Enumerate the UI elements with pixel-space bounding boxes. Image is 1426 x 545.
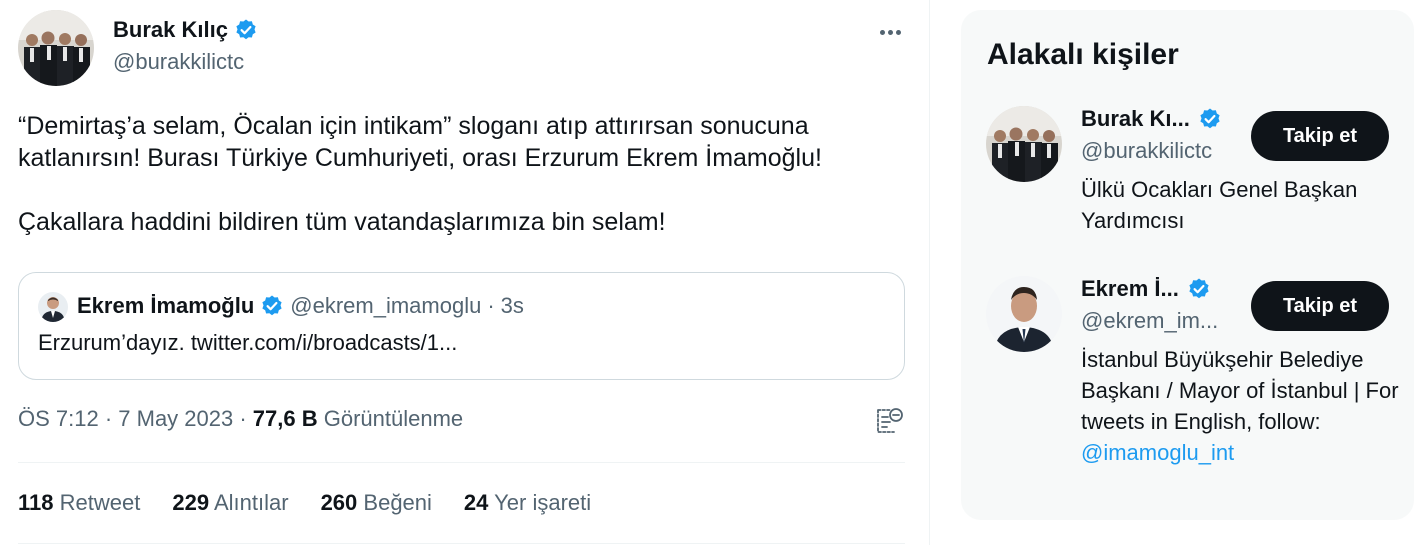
analytics-icon[interactable] — [874, 406, 904, 436]
tweet-text: “Demirtaş’a selam, Öcalan için intikam” … — [18, 110, 918, 238]
follow-button[interactable]: Takip et — [1251, 111, 1389, 161]
tweet-paragraph: “Demirtaş’a selam, Öcalan için intikam” … — [18, 112, 822, 172]
author-avatar[interactable] — [18, 10, 94, 86]
tweet-paragraph: Çakallara haddini bildiren tüm vatandaşl… — [18, 208, 666, 236]
stat-label: Retweet — [59, 490, 141, 515]
stat-likes[interactable]: 260 Beğeni — [321, 490, 432, 516]
stat-label: Alıntılar — [213, 490, 289, 515]
divider — [18, 543, 905, 544]
person-bio: Ülkü Ocakları Genel Başkan Yardımcısı — [1081, 174, 1401, 236]
person-handle[interactable]: @ekrem_im... — [1081, 308, 1218, 334]
stat-count: 24 — [463, 490, 489, 515]
person-avatar[interactable] — [986, 276, 1062, 352]
more-options-icon[interactable] — [872, 14, 908, 50]
stat-count: 260 — [320, 490, 358, 515]
stat-retweets[interactable]: 118 Retweet — [18, 490, 140, 516]
stat-quotes[interactable]: 229 Alıntılar — [172, 490, 288, 516]
stat-label: Yer işareti — [494, 490, 592, 515]
quote-author-name[interactable]: Ekrem İmamoğlu — [77, 293, 254, 319]
tweet-timestamp[interactable]: ÖS 7:12 · 7 May 2023 · — [18, 406, 247, 431]
author-name[interactable]: Burak Kılıç — [113, 17, 228, 43]
quote-tweet-card[interactable]: Ekrem İmamoğlu @ekrem_imamoglu · 3s Erzu… — [18, 272, 905, 380]
verified-badge-icon — [1198, 107, 1222, 131]
quote-avatar — [38, 292, 68, 322]
tweet-detail: Burak Kılıç @burakkilictc “Demirtaş’a se… — [0, 0, 930, 545]
person-name-row[interactable]: Ekrem İ... — [1081, 276, 1211, 302]
quote-separator: · — [487, 293, 495, 318]
bio-mention-link[interactable]: @imamoglu_int — [1081, 437, 1401, 468]
views-label: Görüntülenme — [323, 406, 464, 431]
person-avatar[interactable] — [986, 106, 1062, 182]
author-name-row[interactable]: Burak Kılıç — [113, 17, 258, 43]
divider — [18, 462, 905, 463]
verified-badge-icon — [1187, 277, 1211, 301]
engagement-stats: 118 Retweet 229 Alıntılar 260 Beğeni 24 … — [18, 490, 591, 516]
stat-label: Beğeni — [363, 490, 432, 515]
person-name-row[interactable]: Burak Kı... — [1081, 106, 1222, 132]
more-dot — [879, 29, 885, 35]
person-bio: İstanbul Büyükşehir Belediye Başkanı / M… — [1081, 344, 1401, 468]
stat-bookmarks[interactable]: 24 Yer işareti — [464, 490, 591, 516]
follow-button[interactable]: Takip et — [1251, 281, 1389, 331]
quote-author-handle: @ekrem_imamoglu — [290, 293, 482, 318]
more-dot — [895, 29, 901, 35]
person-name[interactable]: Burak Kı... — [1081, 106, 1190, 132]
verified-badge-icon — [260, 294, 284, 318]
bio-text: Ülkü Ocakları Genel Başkan Yardımcısı — [1081, 177, 1358, 233]
person-name[interactable]: Ekrem İ... — [1081, 276, 1179, 302]
person-handle[interactable]: @burakkilictc — [1081, 138, 1212, 164]
verified-badge-icon — [234, 18, 258, 42]
stat-count: 118 — [18, 490, 54, 515]
related-people-panel: Alakalı kişiler Burak Kı... @burakkilict… — [961, 10, 1414, 520]
stat-count: 229 — [172, 490, 210, 515]
more-dot — [887, 29, 893, 35]
bio-text: İstanbul Büyükşehir Belediye Başkanı / M… — [1081, 347, 1399, 434]
quote-time[interactable]: 3s — [501, 293, 524, 319]
quote-header: Ekrem İmamoğlu @ekrem_imamoglu · 3s — [77, 293, 524, 319]
author-handle[interactable]: @burakkilictc — [113, 49, 244, 75]
panel-title: Alakalı kişiler — [987, 38, 1179, 71]
quote-text: Erzurum’dayız. twitter.com/i/broadcasts/… — [38, 330, 458, 355]
tweet-meta: ÖS 7:12 · 7 May 2023 · 77,6 B Görüntülen… — [18, 406, 463, 432]
views-count: 77,6 B — [252, 406, 318, 431]
